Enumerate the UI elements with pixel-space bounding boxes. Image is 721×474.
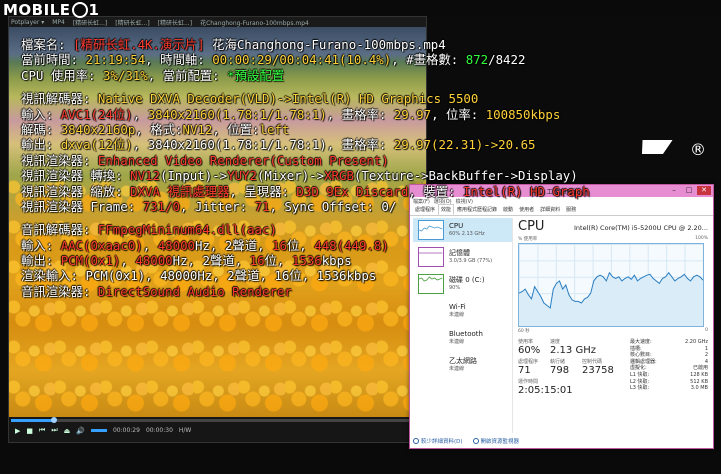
- player-tab-3[interactable]: [精研长虹...]: [115, 18, 149, 27]
- osd-line-1: 當前時間: 21:19:54, 時間軸: 00:00:29/00:04:41(1…: [21, 52, 526, 68]
- seek-bar-fill: [11, 419, 54, 422]
- cpu-spec-list: 最大速度: 2.20 GHz 插槽: 1 核心數目: 2 邏輯處理器: 4 虛擬化: 已啟用 L1 …: [630, 339, 708, 392]
- resource-thumb-icon: [418, 355, 444, 375]
- registered-mark: ®: [690, 140, 706, 159]
- playback-info-osd: 檔案名: [精研长虹.4K.演示片] 花海Changhong-Furano-10…: [21, 37, 590, 299]
- osd-line-0: 檔案名: [精研长虹.4K.演示片] 花海Changhong-Furano-10…: [21, 37, 446, 52]
- spec-row-5: L1 快取: 128 KB: [630, 371, 708, 378]
- maximize-button[interactable]: □: [682, 186, 696, 195]
- spec-row-0: 最大速度: 2.20 GHz: [630, 339, 708, 345]
- resource-monitor-link[interactable]: 開啟資源監視器: [472, 437, 519, 445]
- stat-uptime: 運作時間 2:05:15:01: [518, 379, 573, 396]
- osd-line-2: CPU 使用率: 3%/31%, 當前配置: *預設配置: [21, 67, 285, 83]
- stat-threads: 執行緒 798: [550, 359, 570, 376]
- minimize-button[interactable]: –: [667, 186, 681, 195]
- osd-line-7: 輸出: dxva(12位), 3840x2160(1.78:1/1.78:1),…: [21, 137, 536, 153]
- hw-label: H/W: [178, 427, 192, 434]
- osd-line-8: 視訊渲染器: Enhanced Video Renderer(Custom Pr…: [21, 152, 389, 168]
- osd-line-15: 輸出: PCM(0x1), 48000Hz, 2聲道, 16位, 1536kbp…: [21, 253, 352, 269]
- osd-line-17: 音訊渲染器: DirectSound Audio Renderer: [21, 283, 292, 299]
- util-max: 100%: [695, 236, 708, 241]
- fewer-details-link[interactable]: 較少詳細資料(D): [413, 437, 463, 445]
- osd-line-11: 視訊渲染器 Frame: 731/0, Jitter: 71, Sync Off…: [21, 198, 397, 214]
- play-icon[interactable]: ▶: [15, 427, 20, 435]
- spec-row-4: 虛擬化: 已啟用: [630, 365, 708, 372]
- cpu-model: Intel(R) Core(TM) i5-5200U CPU @ 2.20...: [574, 224, 708, 232]
- osd-line-5: 輸入: AVC1(24位), 3840x2160(1.78:1/1.78:1),…: [21, 106, 561, 122]
- player-tab-5[interactable]: 花Changhong-Furano-100mbps.mp4: [200, 18, 309, 27]
- osd-line-9: 視訊渲染器 轉換: NV12(Input)->YUY2(Mixer)->XRGB…: [21, 168, 578, 184]
- prev-icon[interactable]: ⏮: [39, 426, 45, 435]
- time-current: 00:00:29: [112, 427, 140, 434]
- chevron-up-icon: [413, 438, 419, 444]
- osd-line-6: 解碼: 3840x2160p, 格式:NV12, 位置:left: [21, 121, 290, 137]
- seek-bar[interactable]: [11, 417, 424, 423]
- player-tab-4[interactable]: [精研长虹...]: [158, 18, 192, 27]
- seek-knob[interactable]: [50, 417, 57, 423]
- osd-line-16: 渲染輸入: PCM(0x1), 48000Hz, 2聲道, 16位, 1536k…: [21, 268, 377, 284]
- resource-thumb-icon: [418, 301, 444, 321]
- stat-speed: 速度 2.13 GHz: [550, 339, 596, 356]
- close-button[interactable]: ✕: [697, 186, 711, 195]
- player-tab-0[interactable]: Potplayer ▾: [11, 19, 44, 26]
- stat-processes: 處理程序 71: [518, 359, 539, 376]
- resource-item-blank[interactable]: 乙太網路 未連線: [413, 353, 512, 377]
- stop-icon[interactable]: ■: [26, 427, 33, 435]
- cpu-stats: 使用率 60% 速度 2.13 GHz 處理程序 71 執行緒 798 控制代碼 2375…: [518, 339, 708, 409]
- mobile01-watermark: MOBILE 1: [3, 1, 100, 19]
- volume-slider[interactable]: [90, 429, 107, 432]
- axis-right-label: 0: [705, 328, 708, 333]
- axis-left-label: 60 秒: [518, 329, 530, 334]
- spec-row-7: L3 快取: 3.0 MB: [630, 385, 708, 392]
- player-controls[interactable]: ▶ ■ ⏮ ⏭ ⏏ 🔊 00:00:29 00:00:30 H/W: [9, 417, 426, 442]
- next-icon[interactable]: ⏭: [51, 426, 57, 435]
- player-tab-1[interactable]: MP4: [52, 19, 65, 26]
- osd-line-13: 音訊解碼器: FFmpegMininum64.dll(aac): [21, 222, 277, 238]
- osd-line-3: [21, 83, 590, 91]
- osd-line-14: 輸入: AAC(0xaac0), 48000Hz, 2聲道, 16位, 448(…: [21, 237, 389, 253]
- volume-icon[interactable]: 🔊: [76, 427, 85, 435]
- time-total: 00:00:30: [145, 427, 173, 434]
- stat-handles: 控制代碼 23758: [582, 359, 614, 376]
- monitor-icon: [472, 438, 479, 444]
- spec-row-2: 核心數目: 2: [630, 352, 708, 359]
- watermark-circle-icon: [71, 2, 88, 18]
- open-icon[interactable]: ⏏: [64, 427, 71, 435]
- resource-thumb-icon: [418, 328, 444, 348]
- osd-line-10: 視訊渲染器 縮放: DXVA 視訊處理器, 呈現器: D3D 9Ex Disca…: [21, 183, 590, 199]
- potplayer-window[interactable]: Potplayer ▾ MP4 [精研长虹...] [精研长虹...] [精研长虹...…: [8, 16, 590, 443]
- osd-line-4: 視訊解碼器: Native DXVA Decoder(VLD)->Intel(R…: [21, 91, 479, 107]
- stat-util: 使用率 60%: [518, 339, 541, 356]
- resource-item-blank[interactable]: Bluetooth 未連線: [413, 326, 512, 350]
- resource-item-blank[interactable]: Wi-Fi 未連線: [413, 299, 512, 323]
